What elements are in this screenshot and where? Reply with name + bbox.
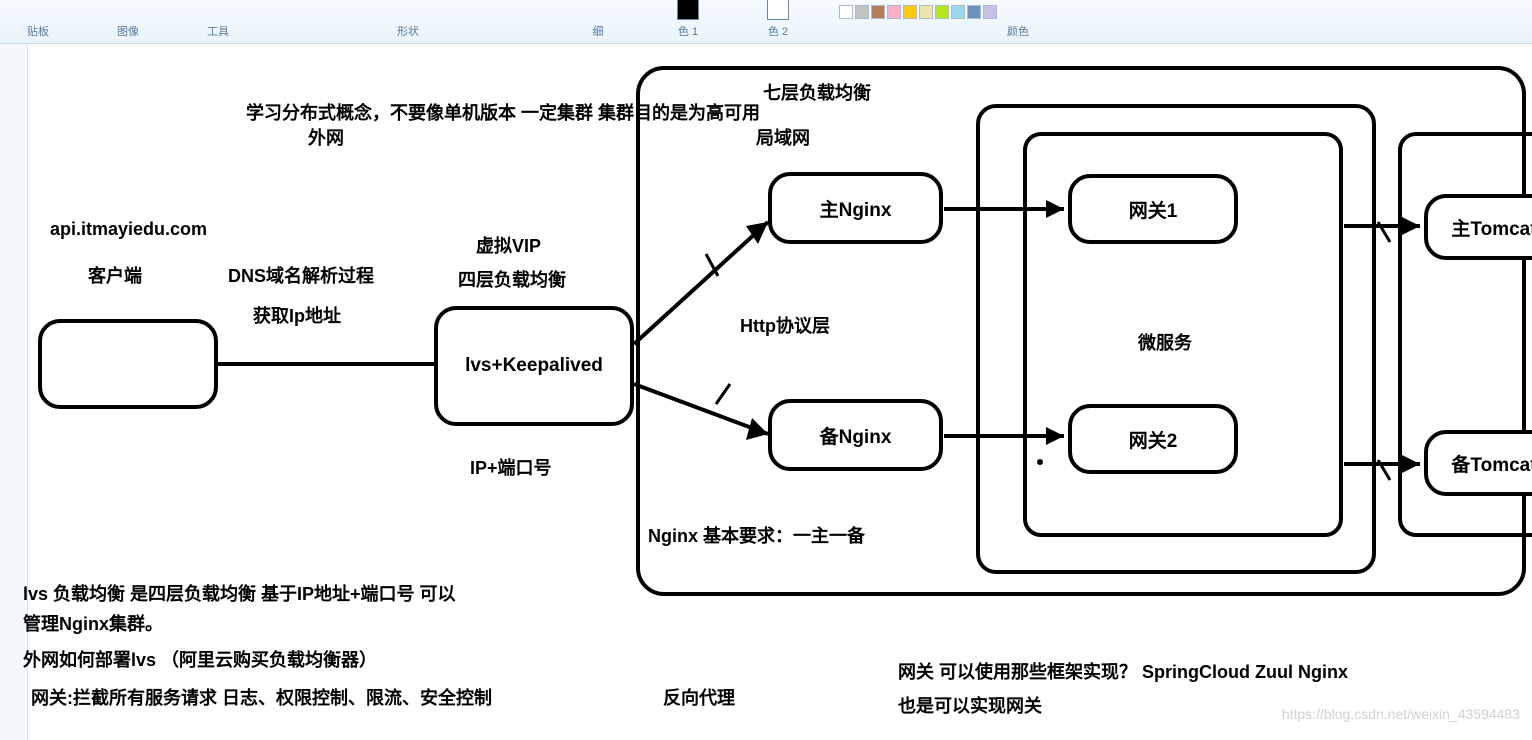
get-ip-label: 获取Ip地址	[253, 302, 341, 328]
ribbon-color2[interactable]: 色 2	[748, 0, 808, 43]
external-net-label: 外网	[308, 124, 344, 150]
gateway1-label: 网关1	[1129, 196, 1178, 223]
tomcat-master-box: 主Tomcat	[1424, 194, 1532, 260]
lvs-box-label: lvs+Keepalived	[465, 355, 603, 377]
nginx-master-label: 主Nginx	[820, 195, 892, 222]
watermark: https://blog.csdn.net/weixin_43594483	[1282, 706, 1520, 722]
dns-process-label: DNS域名解析过程	[228, 262, 374, 288]
client-box	[38, 319, 218, 409]
ribbon-colors-label: 颜色	[838, 23, 1198, 39]
api-domain-label: api.itmayiedu.com	[50, 219, 207, 240]
note-lvs-line2: 管理Nginx集群。	[23, 610, 163, 636]
nginx-backup-box: 备Nginx	[768, 399, 943, 471]
gateway2-label: 网关2	[1129, 426, 1178, 453]
note-gateway: 网关:拦截所有服务请求 日志、权限控制、限流、安全控制	[31, 684, 492, 710]
layer4-label: 四层负载均衡	[458, 266, 566, 292]
gw-framework-line1: 网关 可以使用那些框架实现？ SpringCloud Zuul Nginx	[898, 658, 1348, 684]
reverse-proxy-label: 反向代理	[663, 684, 735, 710]
gw-framework-line2: 也是可以实现网关	[898, 692, 1042, 718]
ribbon-color2-label: 色 2	[768, 26, 788, 38]
ribbon-group-shapes[interactable]: 形状	[278, 23, 538, 43]
nginx-master-box: 主Nginx	[768, 172, 943, 244]
ribbon-group-tools[interactable]: 工具	[188, 23, 248, 43]
ribbon-color1[interactable]: 色 1	[658, 0, 718, 43]
lvs-box: lvs+Keepalived	[434, 306, 634, 426]
ip-port-label: IP+端口号	[470, 454, 552, 480]
tomcat-master-label: 主Tomcat	[1451, 214, 1532, 241]
gateway1-box: 网关1	[1068, 174, 1238, 244]
ribbon-color1-label: 色 1	[678, 26, 698, 38]
ribbon-group-clipboard[interactable]: 贴板	[8, 23, 68, 43]
ribbon-group-colors[interactable]: 颜色	[838, 0, 1198, 43]
ribbon-size[interactable]: 细	[568, 23, 628, 43]
tomcat-backup-box: 备Tomcat	[1424, 430, 1532, 496]
client-label: 客户端	[88, 262, 142, 288]
paint-ribbon: 贴板 图像 工具 形状 细 色 1 色 2 颜色	[0, 0, 1532, 44]
gateway2-box: 网关2	[1068, 404, 1238, 474]
nginx-backup-label: 备Nginx	[820, 422, 892, 449]
note-deploy: 外网如何部署lvs （阿里云购买负载均衡器）	[23, 646, 377, 672]
drawing-canvas[interactable]: 学习分布式概念，不要像单机版本 一定集群 集群目的是为高可用 外网 局域网 七层…	[28, 44, 1532, 740]
vip-label: 虚拟VIP	[476, 232, 541, 258]
note-lvs-line1: lvs 负载均衡 是四层负载均衡 基于IP地址+端口号 可以	[23, 580, 456, 606]
ribbon-group-image[interactable]: 图像	[98, 23, 158, 43]
tomcat-backup-label: 备Tomcat	[1451, 450, 1532, 477]
